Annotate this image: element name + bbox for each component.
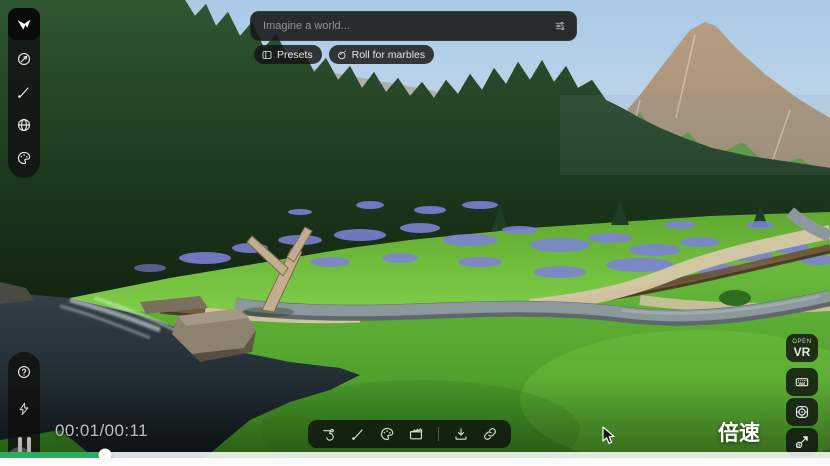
brush-icon (16, 84, 32, 100)
open-vr-label: VR (794, 346, 811, 358)
open-vr-button[interactable]: OPEN VR (786, 334, 818, 362)
reset-sliders-icon[interactable] (321, 426, 337, 442)
roll-label: Roll for marbles (352, 49, 426, 61)
toolbar-divider (438, 427, 439, 441)
progress-handle[interactable] (99, 449, 112, 459)
clapperboard-icon[interactable] (408, 426, 424, 442)
keyboard-controls-button[interactable] (786, 368, 818, 396)
palette-icon[interactable] (379, 426, 395, 442)
compass-icon (16, 51, 32, 67)
roll-for-marbles-button[interactable]: Roll for marbles (329, 45, 435, 64)
brush-tool-button[interactable] (10, 78, 38, 106)
prompt-settings-button[interactable] (554, 20, 566, 32)
style-button[interactable] (10, 144, 38, 172)
globe-icon (16, 117, 32, 133)
help-icon (16, 364, 32, 380)
help-button[interactable] (10, 358, 38, 386)
generated-world-scene (0, 0, 830, 458)
keyboard-icon (794, 374, 810, 390)
left-sidebar-top (8, 8, 40, 178)
tune-icon (554, 20, 566, 32)
recenter-icon (794, 404, 810, 420)
layout-icon (261, 49, 273, 61)
presets-button[interactable]: Presets (254, 45, 322, 64)
left-sidebar-bottom (8, 352, 40, 458)
quick-actions: Presets Roll for marbles (254, 45, 434, 64)
flash-icon (16, 401, 32, 417)
time-display: 00:01/00:11 (55, 421, 148, 441)
page-background-strip (0, 458, 830, 466)
marble-icon (336, 49, 348, 61)
prompt-bar (250, 11, 577, 41)
presets-label: Presets (277, 49, 313, 61)
recenter-view-button[interactable] (786, 398, 818, 426)
palette-icon (16, 150, 32, 166)
playback-speed-label[interactable]: 倍速 (718, 417, 760, 447)
prompt-input[interactable] (263, 20, 554, 32)
brush-icon[interactable] (350, 426, 366, 442)
link-icon[interactable] (482, 426, 498, 442)
explore-button[interactable] (10, 45, 38, 73)
app-window: Presets Roll for marbles 00:01/00:11 (0, 0, 830, 466)
boost-button[interactable] (10, 395, 38, 423)
open-vr-small-label: OPEN (792, 339, 811, 345)
download-icon[interactable] (453, 426, 469, 442)
bottom-toolbar (308, 420, 511, 448)
logo-icon (16, 16, 32, 32)
app-logo[interactable] (8, 8, 40, 40)
fullscreen-speed-icon (794, 434, 810, 450)
world-viewport[interactable]: Presets Roll for marbles 00:01/00:11 (0, 0, 830, 458)
world-button[interactable] (10, 111, 38, 139)
